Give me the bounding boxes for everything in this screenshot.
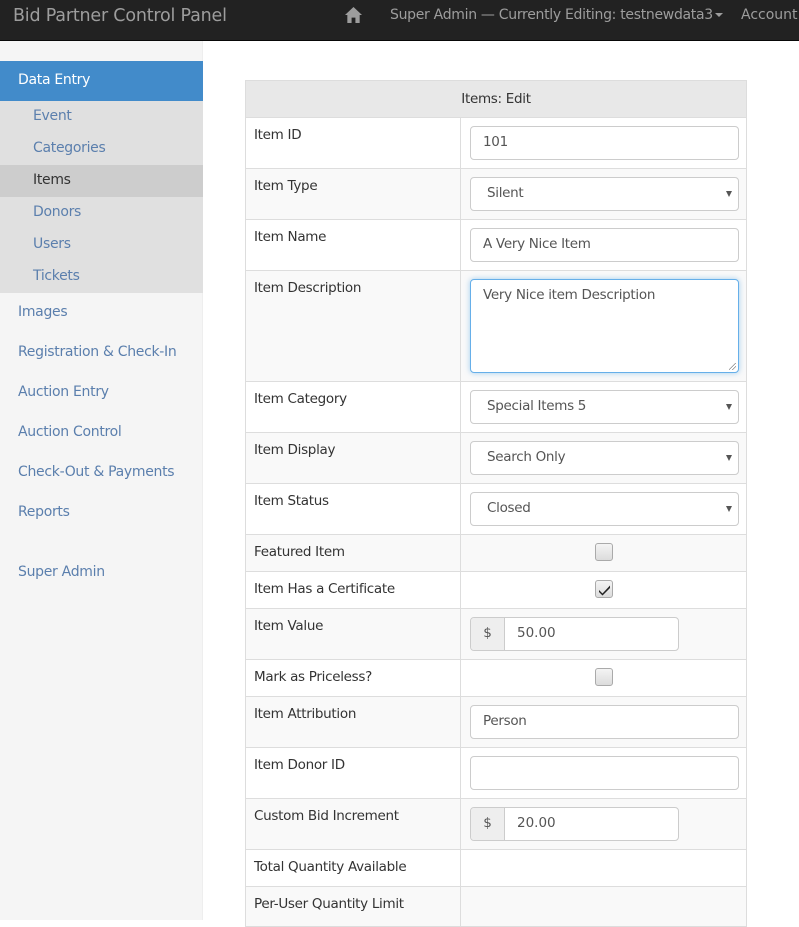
sidebar-item-event[interactable]: Event — [0, 101, 203, 133]
top-navbar: Bid Partner Control Panel Super Admin — … — [0, 0, 799, 41]
dollar-addon: $ — [471, 808, 505, 840]
row-item-category: Item Category Special Items 5 — [246, 382, 746, 433]
editing-dropdown[interactable]: Super Admin — Currently Editing: testnew… — [390, 7, 723, 23]
item-attribution-input[interactable]: Person — [470, 705, 739, 739]
item-display-value: Search Only — [487, 449, 566, 465]
row-item-attribution: Item Attribution Person — [246, 697, 746, 748]
item-id-label: Item ID — [246, 118, 461, 168]
dropdown-arrow-icon — [726, 506, 732, 512]
item-certificate-checkbox[interactable] — [595, 580, 613, 598]
checkmark-icon — [599, 585, 610, 596]
row-total-quantity: Total Quantity Available — [246, 850, 746, 887]
bid-increment-input-group: $20.00 — [470, 807, 679, 841]
dropdown-arrow-icon — [726, 404, 732, 410]
featured-item-checkbox[interactable] — [595, 543, 613, 561]
per-user-limit-value — [462, 887, 746, 926]
item-description-value: Very Nice item Description — [483, 287, 656, 303]
sidebar-section-data-entry[interactable]: Data Entry — [0, 61, 203, 101]
item-id-input[interactable]: 101 — [470, 126, 739, 160]
item-value-label: Item Value — [246, 609, 461, 659]
item-name-input[interactable]: A Very Nice Item — [470, 228, 739, 262]
item-status-label: Item Status — [246, 484, 461, 534]
row-item-name: Item Name A Very Nice Item — [246, 220, 746, 271]
items-edit-form: Items: Edit Item ID 101 Item Type Silent… — [245, 80, 747, 927]
sidebar-item-auction-entry[interactable]: Auction Entry — [18, 384, 109, 400]
sidebar-item-donors[interactable]: Donors — [0, 197, 203, 229]
row-item-display: Item Display Search Only — [246, 433, 746, 484]
home-icon[interactable] — [345, 7, 363, 25]
editing-label: Super Admin — Currently Editing: testnew… — [390, 7, 713, 23]
brand-title[interactable]: Bid Partner Control Panel — [13, 6, 227, 26]
row-item-id: Item ID 101 — [246, 118, 746, 169]
sidebar-item-super-admin[interactable]: Super Admin — [18, 564, 105, 580]
total-quantity-label: Total Quantity Available — [246, 850, 461, 886]
bid-increment-label: Custom Bid Increment — [246, 799, 461, 849]
sidebar-item-checkout[interactable]: Check-Out & Payments — [18, 464, 175, 480]
item-certificate-label: Item Has a Certificate — [246, 572, 461, 608]
item-attribution-label: Item Attribution — [246, 697, 461, 747]
priceless-checkbox[interactable] — [595, 668, 613, 686]
item-description-label: Item Description — [246, 271, 461, 381]
sidebar-item-reports[interactable]: Reports — [18, 504, 70, 520]
item-category-label: Item Category — [246, 382, 461, 432]
item-type-value: Silent — [487, 185, 524, 201]
row-priceless: Mark as Priceless? — [246, 660, 746, 697]
caret-down-icon — [714, 13, 723, 17]
row-bid-increment: Custom Bid Increment $20.00 — [246, 799, 746, 850]
item-type-select[interactable]: Silent — [470, 177, 739, 211]
item-type-label: Item Type — [246, 169, 461, 219]
sidebar-item-auction-control[interactable]: Auction Control — [18, 424, 122, 440]
featured-item-label: Featured Item — [246, 535, 461, 571]
item-description-textarea[interactable]: Very Nice item Description — [470, 279, 739, 373]
item-display-select[interactable]: Search Only — [470, 441, 739, 475]
item-status-select[interactable]: Closed — [470, 492, 739, 526]
sidebar-item-items[interactable]: Items — [0, 165, 203, 197]
row-per-user-limit: Per-User Quantity Limit — [246, 887, 746, 927]
dropdown-arrow-icon — [726, 455, 732, 461]
sidebar-submenu: Event Categories Items Donors Users Tick… — [0, 101, 203, 293]
row-item-value: Item Value $50.00 — [246, 609, 746, 660]
row-item-status: Item Status Closed — [246, 484, 746, 535]
account-menu[interactable]: Account — [741, 7, 798, 23]
per-user-limit-label: Per-User Quantity Limit — [246, 887, 461, 926]
dollar-addon: $ — [471, 618, 505, 650]
row-item-description: Item Description Very Nice item Descript… — [246, 271, 746, 382]
row-item-type: Item Type Silent — [246, 169, 746, 220]
row-featured-item: Featured Item — [246, 535, 746, 572]
item-donor-id-label: Item Donor ID — [246, 748, 461, 798]
priceless-label: Mark as Priceless? — [246, 660, 461, 696]
dropdown-arrow-icon — [726, 191, 732, 197]
form-title: Items: Edit — [246, 81, 746, 118]
item-donor-id-input[interactable] — [470, 756, 739, 790]
item-name-label: Item Name — [246, 220, 461, 270]
sidebar: Data Entry Event Categories Items Donors… — [0, 41, 203, 920]
item-status-value: Closed — [487, 500, 531, 516]
item-display-label: Item Display — [246, 433, 461, 483]
sidebar-item-users[interactable]: Users — [0, 229, 203, 261]
item-category-value: Special Items 5 — [487, 398, 587, 414]
resize-handle-icon[interactable] — [729, 363, 736, 370]
row-item-certificate: Item Has a Certificate — [246, 572, 746, 609]
item-value-input[interactable]: 50.00 — [505, 618, 678, 650]
sidebar-item-images[interactable]: Images — [18, 304, 68, 320]
bid-increment-input[interactable]: 20.00 — [505, 808, 678, 840]
item-value-input-group: $50.00 — [470, 617, 679, 651]
total-quantity-value — [462, 850, 746, 886]
item-category-select[interactable]: Special Items 5 — [470, 390, 739, 424]
sidebar-item-tickets[interactable]: Tickets — [0, 261, 203, 293]
sidebar-item-categories[interactable]: Categories — [0, 133, 203, 165]
sidebar-item-registration[interactable]: Registration & Check-In — [18, 344, 177, 360]
row-item-donor-id: Item Donor ID — [246, 748, 746, 799]
